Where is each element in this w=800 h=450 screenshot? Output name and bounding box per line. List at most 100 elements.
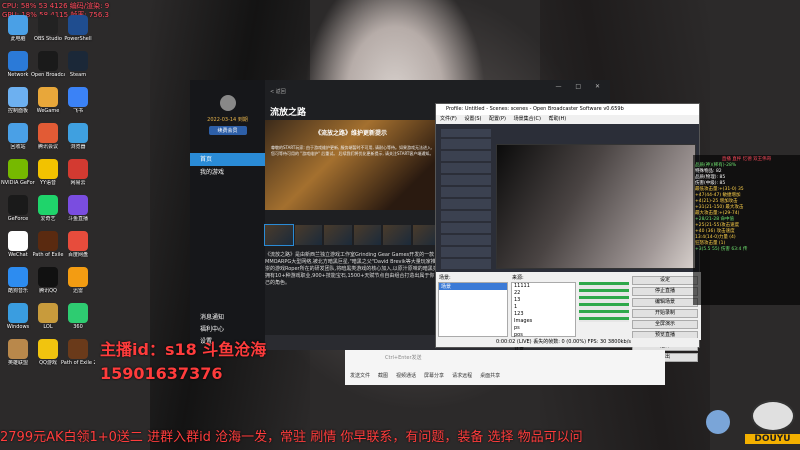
source-item[interactable]: 13 bbox=[514, 297, 575, 304]
obs-menu-help[interactable]: 帮助(H) bbox=[549, 116, 567, 122]
obs-menu-scene-collection[interactable]: 场景集合(C) bbox=[514, 116, 541, 122]
app-icon bbox=[38, 231, 58, 251]
source-item[interactable]: 22 bbox=[514, 290, 575, 297]
thumbnail[interactable] bbox=[264, 224, 294, 246]
chat-toolbar-item[interactable]: 发送文件 bbox=[350, 373, 370, 379]
message-input[interactable]: Ctrl+Enter发送 bbox=[385, 354, 505, 361]
chat-toolbar-item[interactable]: 桌面共享 bbox=[480, 373, 500, 379]
desktop-icon-label: Open Broadcaster bbox=[31, 72, 65, 78]
window-controls[interactable]: — □ ✕ bbox=[555, 83, 606, 90]
obs-control-button[interactable]: 停止直播 bbox=[632, 287, 698, 296]
desktop-icon[interactable]: YY语音 bbox=[31, 159, 65, 186]
desktop-icon[interactable]: 浏览器 bbox=[61, 123, 95, 150]
app-icon bbox=[68, 195, 88, 215]
chat-toolbar-item[interactable]: 请求远程 bbox=[452, 373, 472, 379]
desktop-icon[interactable]: 迅雷 bbox=[61, 267, 95, 294]
desktop-icon-label: 控制面板 bbox=[7, 108, 28, 114]
desktop-icon[interactable]: 控制面板 bbox=[1, 87, 35, 114]
obs-menu-settings[interactable]: 设置(S) bbox=[464, 116, 481, 122]
source-item[interactable]: ps bbox=[514, 325, 575, 332]
desktop-icon[interactable]: 腾讯会议 bbox=[31, 123, 65, 150]
desktop-icon-label: 迅雷 bbox=[72, 288, 83, 294]
sidebar-item-welfare[interactable]: 福利中心 bbox=[200, 324, 224, 333]
desktop-icon[interactable]: 腾讯QQ bbox=[31, 267, 65, 294]
source-item[interactable]: Images bbox=[514, 318, 575, 325]
scene-item[interactable]: 场景 bbox=[439, 283, 507, 290]
app-icon bbox=[68, 15, 88, 35]
desktop-icon[interactable]: NVIDIA GeForce Experience bbox=[1, 159, 35, 186]
thumbnail[interactable] bbox=[383, 225, 411, 245]
desktop-icon[interactable]: 回收站 bbox=[1, 123, 35, 150]
source-list[interactable]: 1111122131123Imagespspos主屏背景 bbox=[511, 282, 576, 352]
chat-toolbar-item[interactable]: 屏幕分享 bbox=[424, 373, 444, 379]
sidebar-item-home[interactable]: 首页 bbox=[190, 153, 265, 166]
source-item[interactable]: 11111 bbox=[514, 283, 575, 290]
chat-toolbar-item[interactable]: 视频通话 bbox=[396, 373, 416, 379]
hud-drops: 编码/渲染: 9 bbox=[69, 2, 110, 10]
desktop-icon[interactable]: LOL bbox=[31, 303, 65, 330]
desktop-icon-label: 英雄联盟 bbox=[7, 360, 28, 366]
obs-tray-icons[interactable] bbox=[441, 129, 491, 269]
desktop-icon[interactable]: Network bbox=[1, 51, 35, 78]
obs-docks: 场景: 场景 来源: 1111122131123Imagespspos主屏背景 … bbox=[436, 272, 701, 362]
thumbnail[interactable] bbox=[324, 225, 352, 245]
desktop-icon-label: Path of Exile bbox=[32, 252, 64, 258]
obs-menu-file[interactable]: 文件(F) bbox=[440, 116, 457, 122]
desktop-icon[interactable]: 爱奇艺 bbox=[31, 195, 65, 222]
renew-vip-button[interactable]: 续费会员 bbox=[208, 126, 247, 135]
desktop-icon[interactable]: PowerShell bbox=[61, 15, 95, 42]
desktop-icon[interactable]: Open Broadcaster bbox=[31, 51, 65, 78]
desktop-icon[interactable]: WeChat bbox=[1, 231, 35, 258]
app-icon bbox=[38, 123, 58, 143]
desktop-icon-label: YY语音 bbox=[39, 180, 57, 186]
desktop-icon[interactable]: Path of Exile 2 bbox=[61, 339, 95, 366]
app-icon bbox=[38, 195, 58, 215]
sidebar-item-notifications[interactable]: 消息通知 bbox=[200, 312, 224, 321]
obs-control-button[interactable]: 编辑场景 bbox=[632, 298, 698, 307]
desktop-icon-label: GeForce bbox=[7, 216, 29, 222]
game-description: 《流放之路》是由新西兰独立游戏工作室Grinding Gear Games开发的… bbox=[265, 252, 440, 286]
sidebar-item-my-games[interactable]: 我的游戏 bbox=[190, 166, 265, 179]
desktop-icon-label: 浏览器 bbox=[70, 144, 86, 150]
app-icon bbox=[8, 15, 28, 35]
desktop-icon[interactable]: 酷狗音乐 bbox=[1, 267, 35, 294]
screenshot-thumbnails[interactable] bbox=[264, 224, 440, 246]
desktop-icon-label: WeChat bbox=[8, 252, 28, 258]
desktop-icon[interactable]: 飞书 bbox=[61, 87, 95, 114]
desktop-icon[interactable]: Windows bbox=[1, 303, 35, 330]
desktop-icon[interactable]: QQ游戏 bbox=[31, 339, 65, 366]
obs-control-button[interactable]: 设定 bbox=[632, 276, 698, 285]
source-item[interactable]: 123 bbox=[514, 311, 575, 318]
desktop-icon[interactable]: 百度网盘 bbox=[61, 231, 95, 258]
app-icon bbox=[8, 159, 28, 179]
app-icon bbox=[8, 231, 28, 251]
desktop-icon[interactable]: 360 bbox=[61, 303, 95, 330]
desktop-icon[interactable]: GeForce bbox=[1, 195, 35, 222]
thumbnail[interactable] bbox=[353, 225, 381, 245]
obs-control-button[interactable]: 全屏演示 bbox=[632, 320, 698, 329]
desktop-icon[interactable]: 此电脑 bbox=[1, 15, 35, 42]
audio-mixer[interactable] bbox=[579, 282, 629, 322]
desktop-icon-label: OBS Studio bbox=[34, 36, 62, 42]
chat-toolbar-item[interactable]: 截图 bbox=[378, 373, 388, 379]
app-icon bbox=[38, 87, 58, 107]
desktop-icon[interactable]: 英雄联盟 bbox=[1, 339, 35, 366]
source-item[interactable]: 1 bbox=[514, 304, 575, 311]
desktop-icon[interactable]: Path of Exile bbox=[31, 231, 65, 258]
launcher-sidebar: 2022-03-14 到期 续费会员 首页 我的游戏 消息通知 福利中心 设置 bbox=[190, 80, 265, 350]
obs-control-button[interactable]: 开始录制 bbox=[632, 309, 698, 318]
scene-list[interactable]: 场景 bbox=[438, 282, 508, 337]
thumbnail[interactable] bbox=[294, 225, 322, 245]
obs-menu-profile[interactable]: 配置(P) bbox=[489, 116, 506, 122]
avatar[interactable] bbox=[219, 95, 236, 111]
obs-preview[interactable] bbox=[496, 144, 696, 269]
desktop-icon[interactable]: 网易云 bbox=[61, 159, 95, 186]
obs-status-bar: 0:00:02 (LIVE) 丢失的帧数: 0 (0.00%) FPS: 30 … bbox=[436, 338, 699, 347]
desktop-icon[interactable]: Steam bbox=[61, 51, 95, 78]
desktop-icon[interactable]: WeGame bbox=[31, 87, 65, 114]
desktop-icon-label: 回收站 bbox=[10, 144, 26, 150]
app-icon bbox=[68, 123, 88, 143]
desktop-icon[interactable]: OBS Studio bbox=[31, 15, 65, 42]
desktop-icon[interactable]: 斗鱼直播 bbox=[61, 195, 95, 222]
back-link[interactable]: < 返回 bbox=[270, 88, 286, 95]
